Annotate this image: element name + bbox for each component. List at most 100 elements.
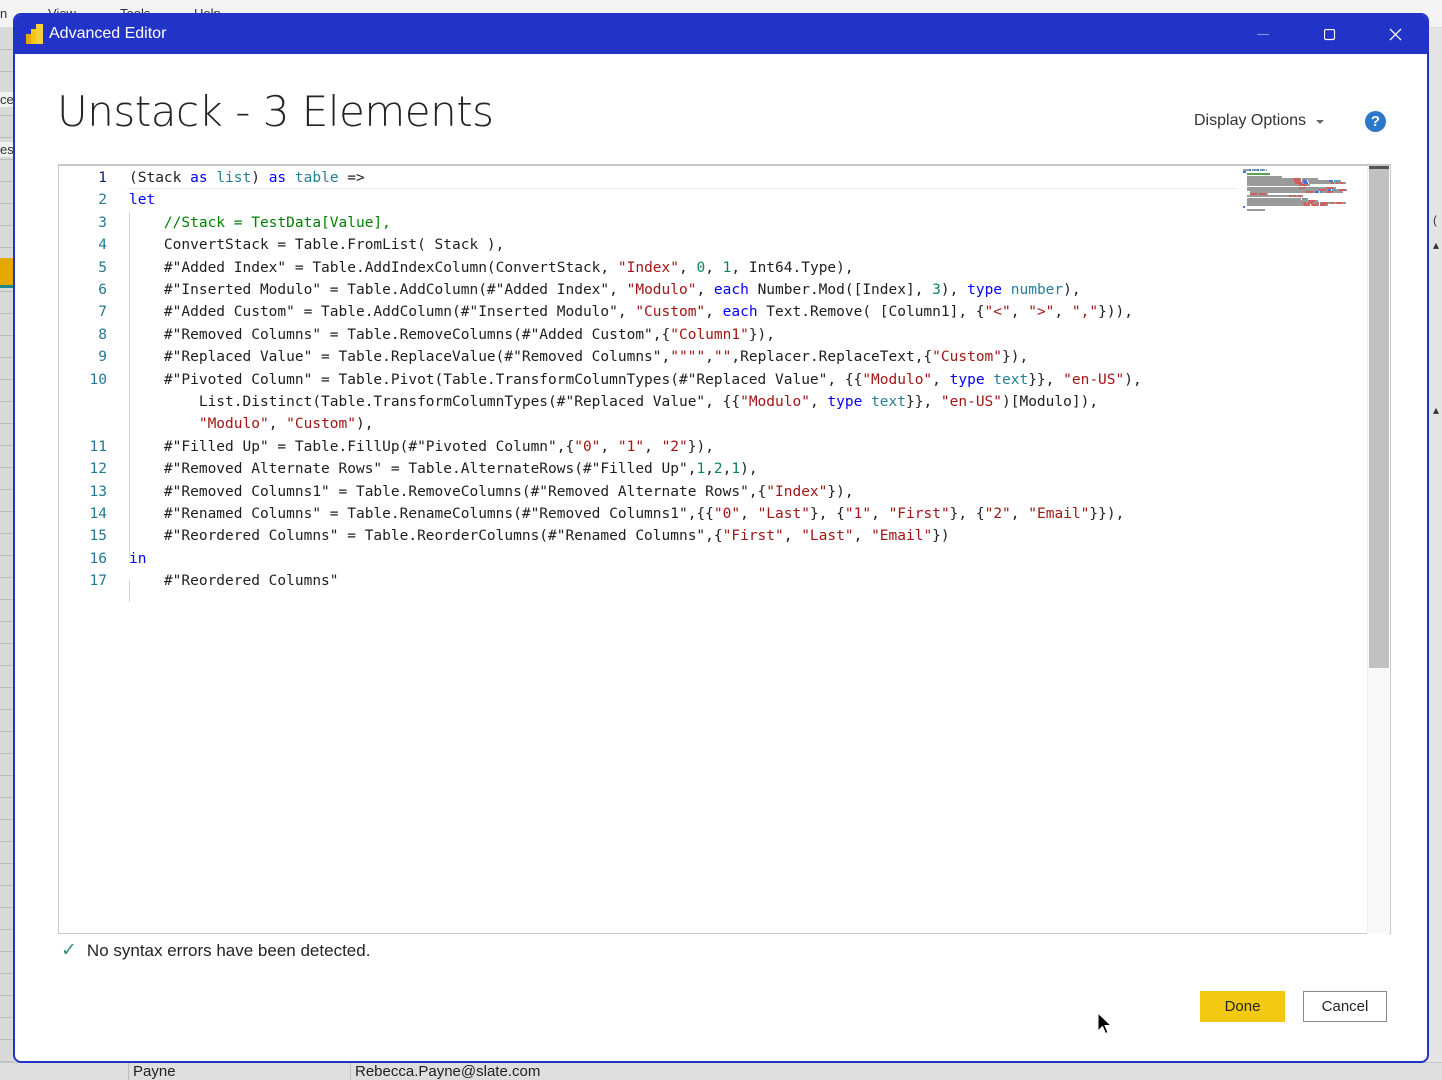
code-line[interactable]: #"Removed Columns1" = Table.RemoveColumn… <box>129 481 854 503</box>
code-token: , <box>1010 304 1029 321</box>
code-line[interactable]: //Stack = TestData[Value], <box>129 212 391 234</box>
code-line[interactable]: ConvertStack = Table.FromList( Stack ), <box>129 234 504 256</box>
code-token: }), <box>827 483 854 500</box>
code-token: "2" <box>984 506 1011 522</box>
help-icon[interactable]: ? <box>1365 111 1386 132</box>
line-number: 17 <box>89 573 107 590</box>
code-token: "Modulo" <box>626 282 697 298</box>
code-line[interactable]: #"Pivoted Column" = Table.Pivot(Table.Tr… <box>129 369 1142 391</box>
minimap-line <box>1265 169 1268 171</box>
code-line[interactable]: #"Added Custom" = Table.AddColumn(#"Inse… <box>129 301 1133 323</box>
minimap-line <box>1333 191 1343 193</box>
close-button[interactable] <box>1372 15 1418 54</box>
code-token: "Modulo" <box>862 371 933 388</box>
background-right-panel: ( ▴ ▴ <box>1430 28 1442 1080</box>
bg-menu-item[interactable]: n <box>0 6 7 21</box>
code-line[interactable]: #"Replaced Value" = Table.ReplaceValue(#… <box>129 346 1028 368</box>
code-token: "" <box>713 349 732 366</box>
code-line[interactable]: #"Filled Up" = Table.FillUp(#"Pivoted Co… <box>129 436 714 458</box>
code-token: , <box>1054 304 1072 321</box>
code-token: "Email" <box>1028 506 1090 522</box>
code-line[interactable]: #"Removed Alternate Rows" = Table.Altern… <box>129 458 758 480</box>
code-line[interactable]: #"Added Index" = Table.AddIndexColumn(Co… <box>129 257 854 279</box>
code-token: 0 <box>696 259 706 276</box>
code-token: 2 <box>713 461 723 478</box>
code-token: //Stack = TestData[Value], <box>163 214 391 231</box>
code-token: "1" <box>617 438 645 455</box>
code-token: #"Replaced Value" = Table.ReplaceValue(#… <box>129 349 671 366</box>
maximize-button[interactable] <box>1307 15 1353 54</box>
code-token: "Custom" <box>286 416 356 433</box>
done-button[interactable]: Done <box>1200 991 1285 1022</box>
bg-glyph: ( <box>1433 213 1437 227</box>
bg-left-label: es <box>0 142 14 157</box>
minimap-line <box>1257 169 1260 171</box>
code-token: , <box>705 304 723 321</box>
code-editor[interactable]: 1 2 3 4 5 6 7 8 9 10 11 12 13 14 15 16 17 (Stack as list… <box>58 164 1391 934</box>
code-token: "Custom" <box>932 349 1003 366</box>
maximize-icon <box>1324 28 1336 40</box>
code-token: as <box>268 170 287 186</box>
minimap[interactable] <box>1239 167 1364 212</box>
code-line[interactable]: in <box>129 548 146 570</box>
code-token: text <box>993 371 1029 388</box>
code-line[interactable]: #"Removed Columns" = Table.RemoveColumns… <box>129 324 775 346</box>
minimap-line <box>1342 202 1346 204</box>
code-token: }) <box>932 528 950 545</box>
code-token: text <box>871 394 906 410</box>
code-token: }), <box>748 326 776 343</box>
code-token: , Int64.Type), <box>731 259 854 276</box>
code-line[interactable]: #"Renamed Columns" = Table.RenameColumns… <box>129 503 1124 525</box>
code-line[interactable]: "Modulo", "Custom"), <box>129 413 374 435</box>
code-line[interactable]: let <box>129 189 155 211</box>
code-token: , <box>705 461 714 478</box>
line-number: 13 <box>89 483 107 500</box>
cancel-button[interactable]: Cancel <box>1303 991 1387 1022</box>
code-token: , <box>705 349 714 366</box>
syntax-status-message: No syntax errors have been detected. <box>86 940 371 960</box>
code-token: 3 <box>932 282 941 298</box>
code-token: , <box>853 528 872 545</box>
code-token: }, { <box>809 506 845 522</box>
code-token: => <box>338 170 365 186</box>
code-line[interactable]: List.Distinct(Table.TransformColumnTypes… <box>129 391 1098 413</box>
code-line[interactable]: #"Reordered Columns" <box>129 570 339 592</box>
scrollbar-thumb[interactable] <box>1369 166 1389 668</box>
bg-caret-icon: ▴ <box>1433 238 1440 252</box>
code-token: ), <box>1063 282 1081 298</box>
code-token: , <box>696 282 714 298</box>
display-options-dropdown[interactable]: Display Options <box>1194 112 1325 130</box>
minimize-button[interactable] <box>1240 15 1286 54</box>
line-number: 2 <box>98 192 107 209</box>
code-token: ), <box>740 461 758 478</box>
code-token: as <box>190 170 208 186</box>
code-line[interactable]: #"Reordered Columns" = Table.ReorderColu… <box>129 525 950 547</box>
code-token: , <box>678 259 697 276</box>
bg-caret-icon: ▴ <box>1433 403 1440 417</box>
bg-cell-email[interactable]: Rebecca.Payne@slate.com <box>350 1063 624 1080</box>
title-bar[interactable]: Advanced Editor <box>15 15 1427 54</box>
code-token: , <box>1010 506 1029 522</box>
code-token: let <box>129 192 156 209</box>
code-token: type <box>949 371 985 388</box>
chevron-down-icon <box>1316 120 1325 124</box>
code-token: #"Added Index" = Table.AddIndexColumn(Co… <box>129 259 618 276</box>
code-line[interactable]: (Stack as list) as table => <box>129 167 365 189</box>
code-line[interactable]: #"Inserted Modulo" = Table.AddColumn(#"A… <box>129 279 1081 301</box>
code-token: #"Filled Up" = Table.FillUp(#"Pivoted Co… <box>129 438 575 455</box>
bg-selected-query[interactable] <box>0 258 14 288</box>
code-token: "Custom" <box>635 304 706 321</box>
minimap-line <box>1308 182 1332 185</box>
code-token: "<" <box>984 304 1011 321</box>
code-token: }), <box>687 438 714 455</box>
minimap-line <box>1249 169 1252 171</box>
bg-cell-last[interactable]: Payne <box>128 1063 350 1080</box>
minimap-line <box>1246 204 1305 207</box>
query-name-heading: Unstack - 3 Elements <box>57 87 494 136</box>
code-token: , <box>809 394 828 410</box>
minimap-line <box>1315 191 1319 193</box>
